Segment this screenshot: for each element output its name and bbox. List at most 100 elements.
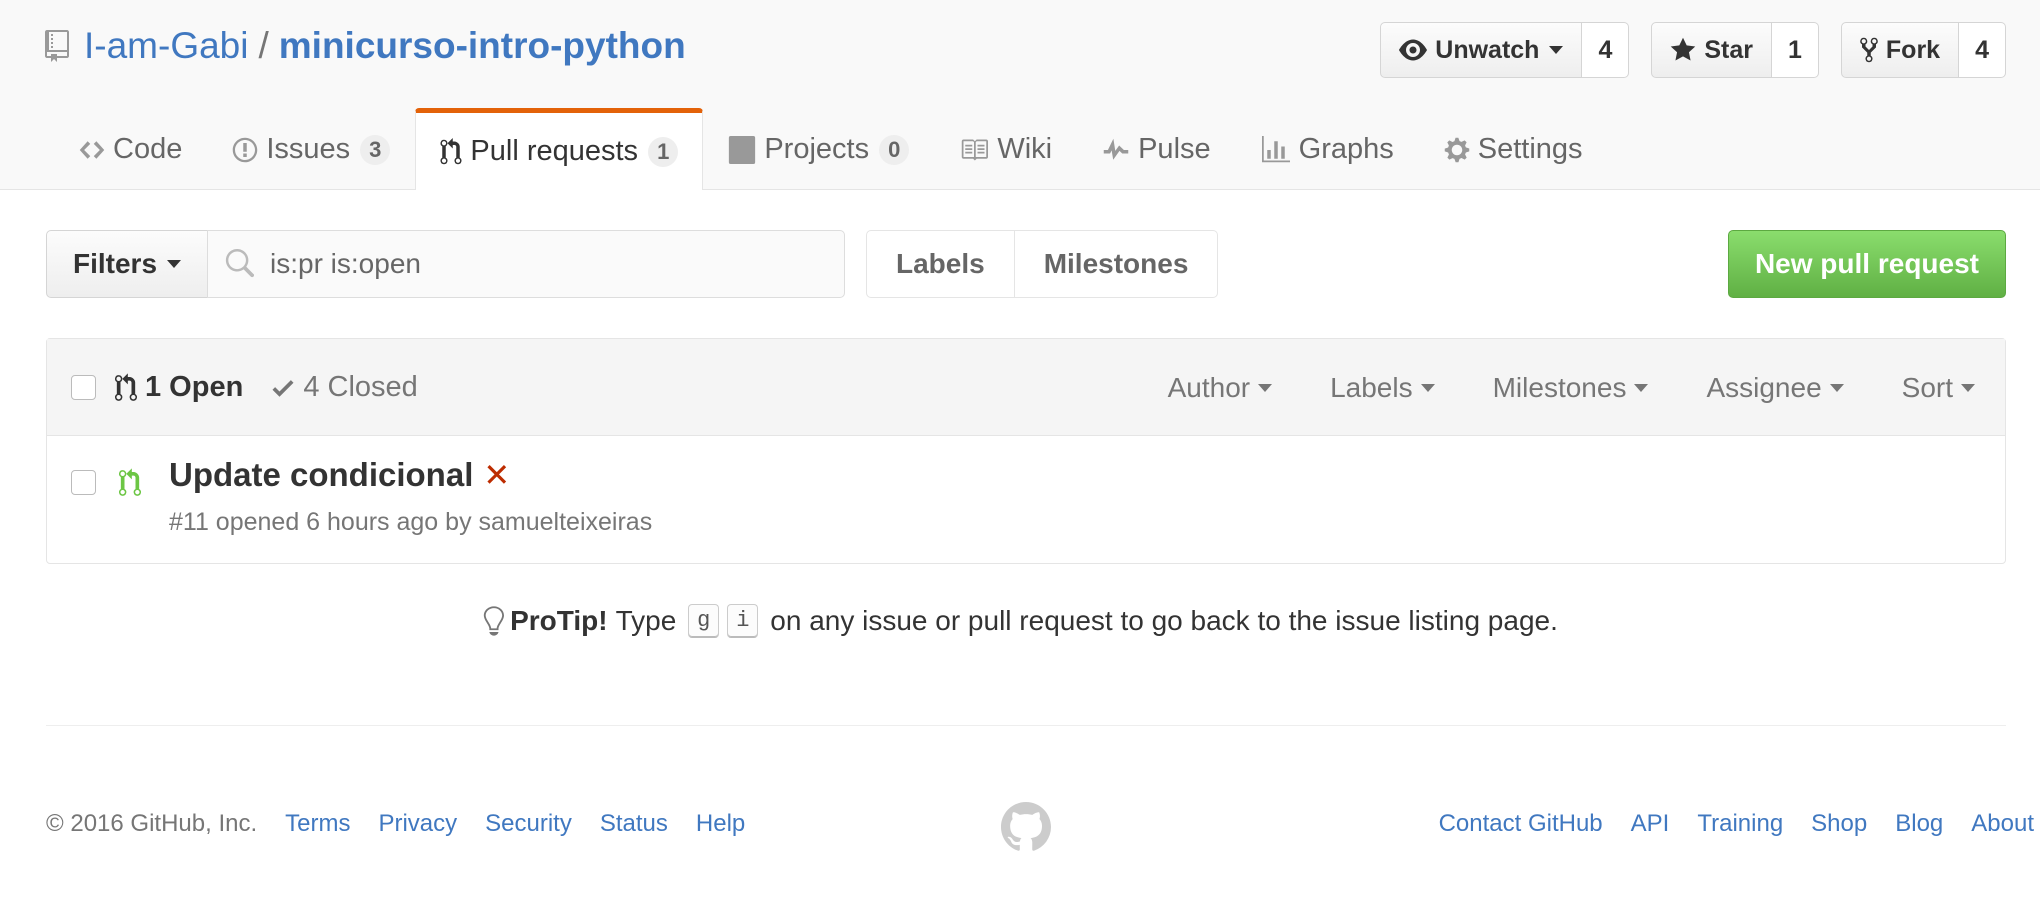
fork-label: Fork <box>1885 35 1941 64</box>
light-bulb-icon <box>483 606 505 636</box>
github-mark-icon[interactable] <box>1001 802 1051 852</box>
filters-button[interactable]: Filters <box>46 230 208 298</box>
footer-right: Contact GitHub API Training Shop Blog Ab… <box>1439 810 2034 838</box>
labels-link[interactable]: Labels <box>866 230 1015 298</box>
unwatch-button[interactable]: Unwatch <box>1380 22 1583 78</box>
assignee-filter[interactable]: Assignee <box>1706 371 1844 404</box>
tab-graphs[interactable]: Graphs <box>1236 108 1419 190</box>
footer-link-blog[interactable]: Blog <box>1895 810 1943 838</box>
subnav: Filters Labels Milestones New pull reque… <box>46 230 2006 298</box>
sort-filter[interactable]: Sort <box>1902 372 1975 404</box>
repo-name-link[interactable]: minicurso-intro-python <box>279 25 686 67</box>
new-pull-request-button[interactable]: New pull request <box>1727 230 2006 298</box>
search-input[interactable] <box>268 247 844 281</box>
milestones-filter-label: Milestones <box>1492 371 1627 403</box>
footer-link-privacy[interactable]: Privacy <box>378 810 457 838</box>
list-item: Update condicional ✕ #11 opened 6 hours … <box>47 436 2005 563</box>
open-pull-request-icon <box>119 468 141 496</box>
check-icon <box>272 379 294 397</box>
tab-pull-requests[interactable]: Pull requests 1 <box>415 108 704 190</box>
star-button[interactable]: Star <box>1651 22 1772 78</box>
assignee-filter-label: Assignee <box>1706 371 1822 403</box>
forks-count[interactable]: 4 <box>1959 22 2006 78</box>
unwatch-label: Unwatch <box>1435 35 1540 64</box>
labels-filter-label: Labels <box>1330 371 1413 403</box>
pull-request-title-row: Update condicional ✕ <box>169 456 510 494</box>
footer-link-api[interactable]: API <box>1631 810 1670 838</box>
eye-icon <box>1399 39 1428 61</box>
list-header: 1 Open 4 Closed Author Labels Milestones <box>47 339 2005 436</box>
author-filter-label: Author <box>1167 371 1251 403</box>
tab-projects[interactable]: Projects 0 <box>703 108 934 190</box>
milestones-link[interactable]: Milestones <box>1014 230 1219 298</box>
pulse-icon <box>1103 138 1129 160</box>
filter-menus: Author Labels Milestones Assignee Sort <box>1110 339 1975 436</box>
tab-projects-label: Projects <box>764 133 870 165</box>
repo-separator: / <box>258 25 269 66</box>
milestones-filter[interactable]: Milestones <box>1493 372 1649 404</box>
watchers-count[interactable]: 4 <box>1582 22 1630 78</box>
footer-link-about[interactable]: About <box>1971 810 2034 838</box>
star-label: Star <box>1704 35 1753 64</box>
open-count-label: 1 Open <box>145 371 244 403</box>
footer-left: © 2016 GitHub, Inc. Terms Privacy Securi… <box>46 810 773 838</box>
chevron-down-icon <box>1420 383 1435 392</box>
fork-icon <box>1860 37 1878 63</box>
footer-link-contact[interactable]: Contact GitHub <box>1439 810 1603 838</box>
protip-text-after: on any issue or pull request to go back … <box>770 605 1558 636</box>
filters-label: Filters <box>72 248 158 279</box>
tab-settings-label: Settings <box>1477 133 1583 165</box>
footer-link-status[interactable]: Status <box>600 810 668 838</box>
stargazers-count[interactable]: 1 <box>1772 22 1819 78</box>
footer-link-shop[interactable]: Shop <box>1811 810 1867 838</box>
protip-text-before: Type <box>615 605 677 636</box>
tab-graphs-label: Graphs <box>1298 133 1394 165</box>
footer-link-training[interactable]: Training <box>1697 810 1783 838</box>
repo-book-icon <box>45 30 69 62</box>
protip-label: ProTip! <box>510 605 608 636</box>
pull-request-list: 1 Open 4 Closed Author Labels Milestones <box>46 338 2006 564</box>
footer-link-help[interactable]: Help <box>696 810 745 838</box>
repo-owner-link[interactable]: I-am-Gabi <box>84 25 248 67</box>
sort-filter-label: Sort <box>1901 371 1953 403</box>
chevron-down-icon <box>1829 383 1844 392</box>
row-checkbox[interactable] <box>71 470 96 495</box>
repo-nav: Code Issues 3 Pull requests 1 Projects 0 <box>54 108 1608 190</box>
tab-issues[interactable]: Issues 3 <box>207 108 415 190</box>
pulls-counter: 1 <box>648 136 679 167</box>
protip: ProTip! Type gi on any issue or pull req… <box>0 604 2040 638</box>
footer-link-security[interactable]: Security <box>485 810 572 838</box>
footer-divider <box>46 725 2006 726</box>
tab-settings[interactable]: Settings <box>1419 108 1608 190</box>
chevron-down-icon <box>1961 383 1975 392</box>
state-toggles: 1 Open 4 Closed <box>115 339 446 436</box>
footer-link-terms[interactable]: Terms <box>285 810 350 838</box>
fork-button[interactable]: Fork <box>1840 22 1960 78</box>
select-all-checkbox[interactable] <box>71 375 96 400</box>
tab-code-label: Code <box>113 133 183 165</box>
pull-request-title-link[interactable]: Update condicional <box>169 456 473 494</box>
project-icon <box>729 135 756 164</box>
repo-header: I-am-Gabi / minicurso-intro-python Unwat… <box>0 0 2040 190</box>
author-filter[interactable]: Author <box>1168 372 1273 404</box>
tab-pulse[interactable]: Pulse <box>1077 108 1236 190</box>
subnav-links: Labels Milestones <box>866 230 1219 298</box>
tab-pulse-label: Pulse <box>1138 133 1211 165</box>
chevron-down-icon <box>1549 46 1564 54</box>
star-group: Star 1 <box>1651 22 1819 78</box>
projects-counter: 0 <box>879 134 910 165</box>
open-filter[interactable]: 1 Open <box>115 371 243 404</box>
graph-icon <box>1261 135 1290 162</box>
pull-request-meta: #11 opened 6 hours ago by samuelteixeira… <box>169 508 653 536</box>
x-icon[interactable]: ✕ <box>483 456 510 494</box>
tab-code[interactable]: Code <box>54 108 207 190</box>
kbd-i: i <box>727 604 759 638</box>
git-pull-request-icon <box>440 137 462 164</box>
git-pull-request-icon <box>115 372 137 401</box>
search-box <box>207 230 845 298</box>
labels-filter[interactable]: Labels <box>1330 372 1435 404</box>
tab-issues-label: Issues <box>266 133 351 165</box>
watch-group: Unwatch 4 <box>1380 22 1630 78</box>
closed-filter[interactable]: 4 Closed <box>271 371 418 404</box>
tab-wiki[interactable]: Wiki <box>934 108 1077 190</box>
